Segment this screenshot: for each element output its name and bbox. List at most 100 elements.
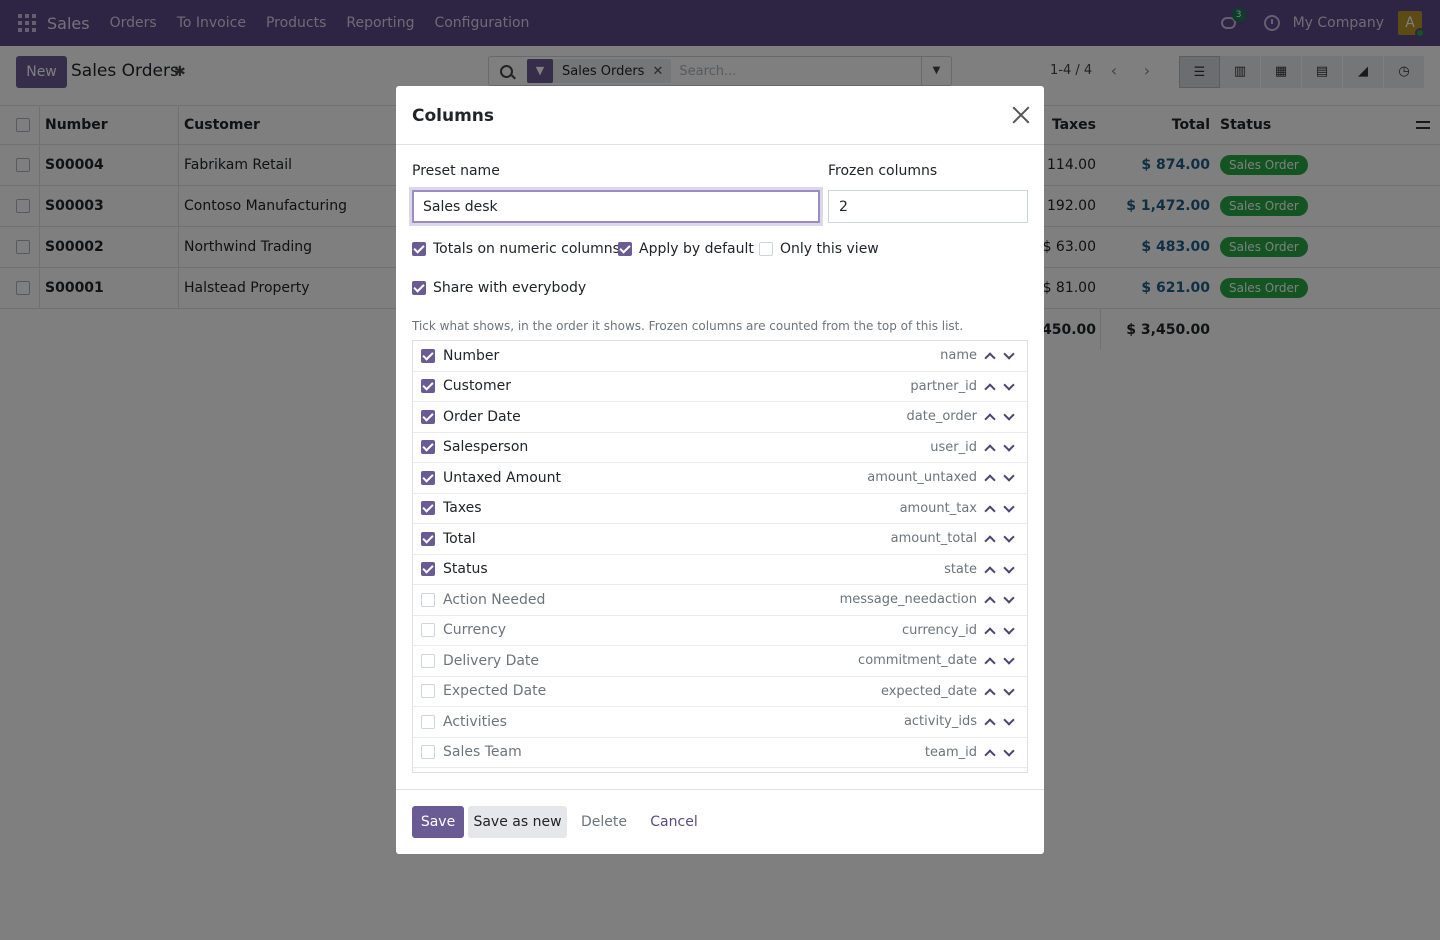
move-up-icon[interactable] xyxy=(984,565,996,578)
only-view-checkbox[interactable] xyxy=(759,242,773,256)
column-label: Taxes xyxy=(443,500,482,517)
only-view-option[interactable]: Only this view xyxy=(759,241,879,257)
column-label: Status xyxy=(443,561,488,578)
close-icon[interactable] xyxy=(1012,106,1030,124)
column-checkbox[interactable] xyxy=(421,562,435,577)
column-label: Number xyxy=(443,347,500,364)
column-item[interactable]: Taxes amount_tax xyxy=(413,494,1027,524)
move-up-icon[interactable] xyxy=(984,657,996,669)
apply-default-checkbox[interactable] xyxy=(618,242,632,256)
column-field: activity_ids xyxy=(903,714,977,730)
column-item[interactable]: Customer partner_id xyxy=(413,372,1027,402)
columns-dialog: Columns Preset name Frozen columns Total… xyxy=(396,86,1044,854)
move-down-icon[interactable] xyxy=(1003,531,1015,543)
column-label: Sales Team xyxy=(443,744,522,761)
column-item[interactable]: Currency currency_id xyxy=(413,616,1027,646)
preset-name-input[interactable] xyxy=(412,190,820,223)
column-checkbox[interactable] xyxy=(421,592,435,607)
move-down-icon[interactable] xyxy=(1003,500,1015,513)
move-down-icon[interactable] xyxy=(1003,744,1015,757)
column-item[interactable]: Salesperson user_id xyxy=(413,433,1027,463)
move-down-icon[interactable] xyxy=(1003,348,1015,360)
column-checkbox[interactable] xyxy=(421,440,435,455)
column-checkbox[interactable] xyxy=(421,379,435,394)
column-checkbox[interactable] xyxy=(421,348,435,363)
move-up-icon[interactable] xyxy=(984,748,996,761)
column-field: amount_untaxed xyxy=(867,470,977,486)
column-label: Customer xyxy=(443,378,512,395)
column-item[interactable]: Expected Date expected_date xyxy=(413,677,1027,707)
column-item[interactable]: Sales Team team_id xyxy=(413,738,1027,768)
column-item[interactable]: Order Date date_order xyxy=(413,402,1027,433)
move-up-icon[interactable] xyxy=(984,535,996,547)
move-up-icon[interactable] xyxy=(984,718,996,730)
move-down-icon[interactable] xyxy=(1003,683,1015,696)
column-checkbox[interactable] xyxy=(421,684,435,699)
move-up-icon[interactable] xyxy=(984,626,996,639)
column-item[interactable]: Total amount_total xyxy=(413,524,1027,555)
column-checkbox[interactable] xyxy=(421,714,435,729)
move-up-icon[interactable] xyxy=(984,443,996,456)
column-field: user_id xyxy=(930,439,977,455)
column-label: Order Date xyxy=(443,408,521,425)
column-item[interactable]: Number name xyxy=(413,341,1027,372)
column-label: Delivery Date xyxy=(443,652,540,669)
frozen-columns-label: Frozen columns xyxy=(828,163,938,179)
column-field: amount_total xyxy=(890,531,977,547)
cancel-button[interactable]: Cancel xyxy=(646,806,702,838)
move-down-icon[interactable] xyxy=(1003,378,1015,391)
apply-default-option[interactable]: Apply by default xyxy=(618,241,754,257)
column-list[interactable]: Number name Customer partner_id Order Date… xyxy=(412,340,1028,773)
column-field: state xyxy=(944,561,977,577)
move-up-icon[interactable] xyxy=(984,596,996,608)
column-checkbox[interactable] xyxy=(421,745,435,760)
column-checkbox[interactable] xyxy=(421,501,435,516)
move-up-icon[interactable] xyxy=(984,382,996,395)
move-down-icon[interactable] xyxy=(1003,592,1015,604)
move-down-icon[interactable] xyxy=(1003,653,1015,665)
move-down-icon[interactable] xyxy=(1003,714,1015,726)
column-field: name xyxy=(940,348,977,364)
only-view-label: Only this view xyxy=(780,241,879,257)
save-button[interactable]: Save xyxy=(412,806,464,838)
move-up-icon[interactable] xyxy=(984,687,996,700)
column-label: Total xyxy=(443,530,476,547)
move-up-icon[interactable] xyxy=(984,504,996,517)
column-field: commitment_date xyxy=(858,653,977,669)
column-field: expected_date xyxy=(880,683,977,699)
move-up-icon[interactable] xyxy=(984,474,996,486)
columns-hint: Tick what shows, in the order it shows. … xyxy=(412,319,964,333)
preset-name-label: Preset name xyxy=(412,163,500,179)
column-checkbox[interactable] xyxy=(421,531,435,546)
column-item[interactable]: Untaxed Amount amount_untaxed xyxy=(413,463,1027,494)
totals-checkbox[interactable] xyxy=(412,242,426,256)
column-field: partner_id xyxy=(910,378,977,394)
dialog-title: Columns xyxy=(412,106,495,126)
column-checkbox[interactable] xyxy=(421,409,435,424)
column-checkbox[interactable] xyxy=(421,623,435,638)
totals-option[interactable]: Totals on numeric columns xyxy=(412,241,620,257)
move-up-icon[interactable] xyxy=(984,413,996,425)
share-checkbox[interactable] xyxy=(412,281,426,295)
move-down-icon[interactable] xyxy=(1003,561,1015,574)
move-down-icon[interactable] xyxy=(1003,439,1015,452)
move-down-icon[interactable] xyxy=(1003,622,1015,635)
column-field: currency_id xyxy=(901,622,977,638)
column-item[interactable]: Action Needed message_needaction xyxy=(413,585,1027,616)
column-field: date_order xyxy=(906,409,977,425)
move-up-icon[interactable] xyxy=(984,352,996,364)
column-item[interactable]: Activities activity_ids xyxy=(413,707,1027,738)
column-field: message_needaction xyxy=(839,592,977,608)
share-option[interactable]: Share with everybody xyxy=(412,280,586,296)
column-item[interactable]: Delivery Date commitment_date xyxy=(413,646,1027,677)
move-down-icon[interactable] xyxy=(1003,470,1015,482)
column-checkbox[interactable] xyxy=(421,653,435,668)
frozen-columns-input[interactable] xyxy=(828,190,1028,223)
apply-default-label: Apply by default xyxy=(639,241,754,257)
save-as-new-button[interactable]: Save as new xyxy=(468,806,567,838)
column-checkbox[interactable] xyxy=(421,470,435,485)
column-item[interactable]: Status state xyxy=(413,555,1027,585)
move-down-icon[interactable] xyxy=(1003,409,1015,421)
column-label: Untaxed Amount xyxy=(443,469,562,486)
delete-button[interactable]: Delete xyxy=(576,806,632,838)
